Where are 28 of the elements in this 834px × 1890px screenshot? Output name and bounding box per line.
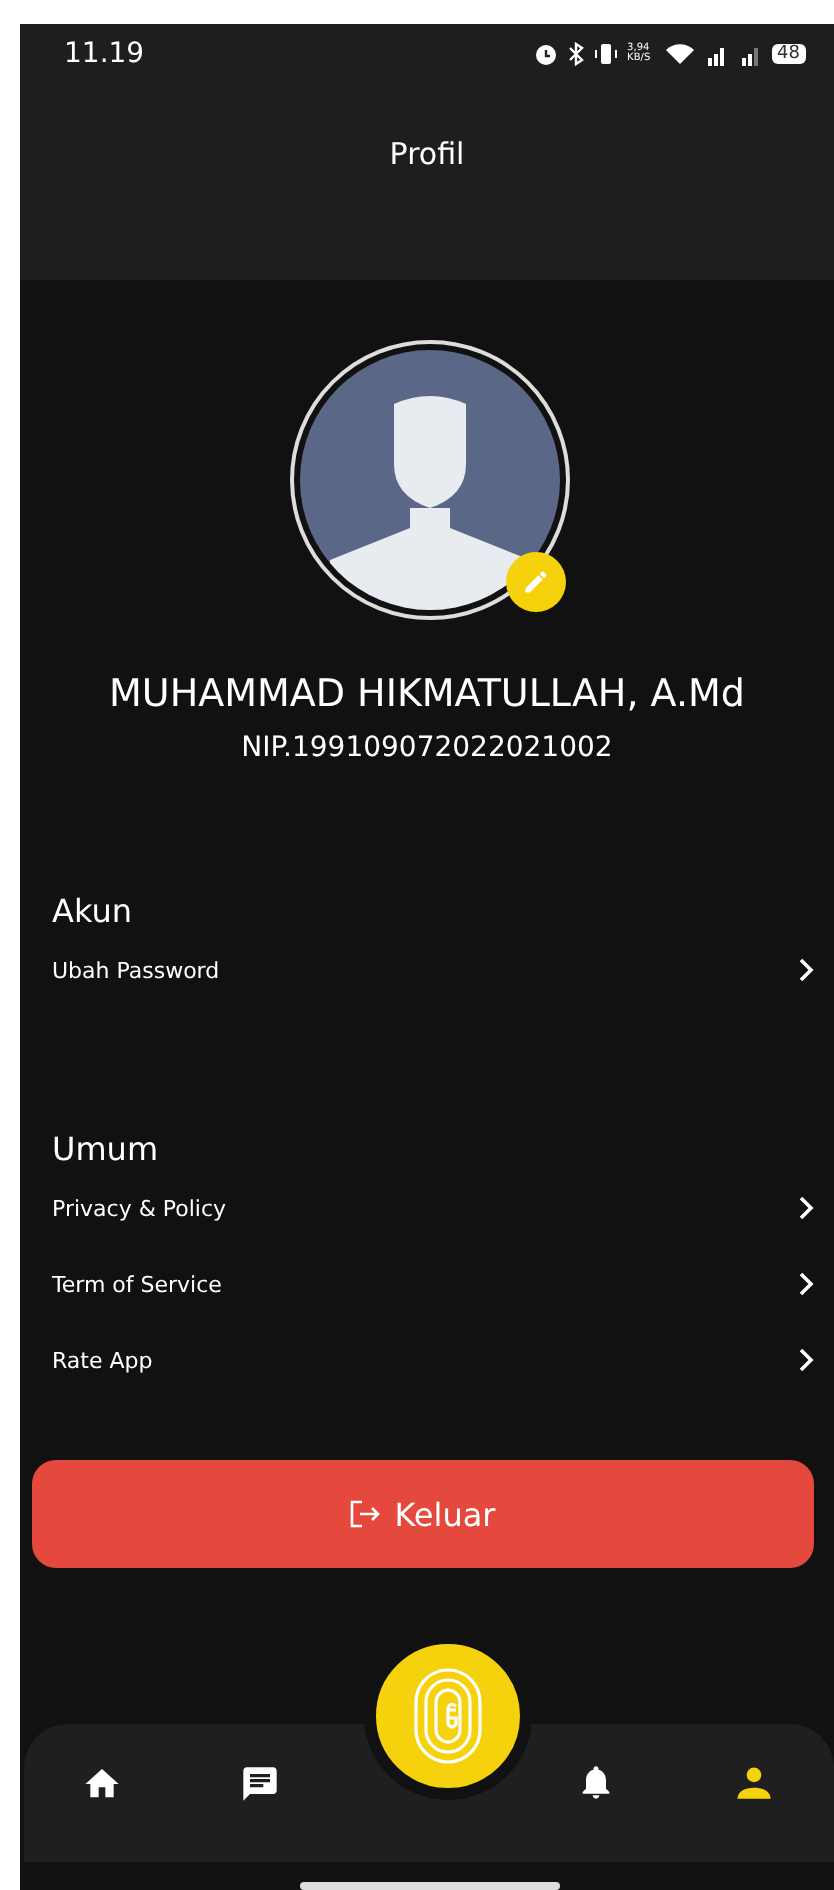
edit-button[interactable] [505, 552, 565, 612]
logout-icon [350, 1500, 383, 1528]
profile-name: MUHAMMAD HIKMATULLAH, A.Md [109, 672, 745, 716]
menu-item[interactable]: Term of Service [20, 1252, 834, 1316]
chevron-icon [798, 1196, 814, 1220]
signal-icon [703, 42, 728, 66]
chevron-icon [798, 1272, 814, 1296]
chevron-icon [798, 1348, 814, 1372]
clock: 11.19 [64, 38, 145, 70]
home-icon [82, 1763, 123, 1803]
section-title: Akun [52, 892, 132, 930]
menu-item[interactable]: Ubah Password [20, 938, 834, 1002]
logout-button[interactable]: Keluar [32, 1460, 814, 1568]
bluetooth-icon [567, 42, 584, 66]
chevron-icon [798, 958, 814, 982]
vibrate-icon [593, 42, 618, 66]
menu-item[interactable]: Privacy & Policy [20, 1176, 834, 1240]
chat-icon [240, 1763, 281, 1803]
alarm-icon [533, 42, 558, 66]
menu-item[interactable]: Rate App [20, 1328, 834, 1392]
signal-icon [737, 42, 762, 66]
section-title: Umum [52, 1130, 159, 1168]
employee-id: NIP.199109072022021002 [241, 732, 613, 764]
wifi-icon [665, 42, 694, 66]
battery-indicator: 48 [771, 44, 806, 64]
fingerprint-icon [412, 1666, 484, 1766]
page-title: Profil [389, 136, 465, 172]
pencil-icon [521, 568, 549, 596]
